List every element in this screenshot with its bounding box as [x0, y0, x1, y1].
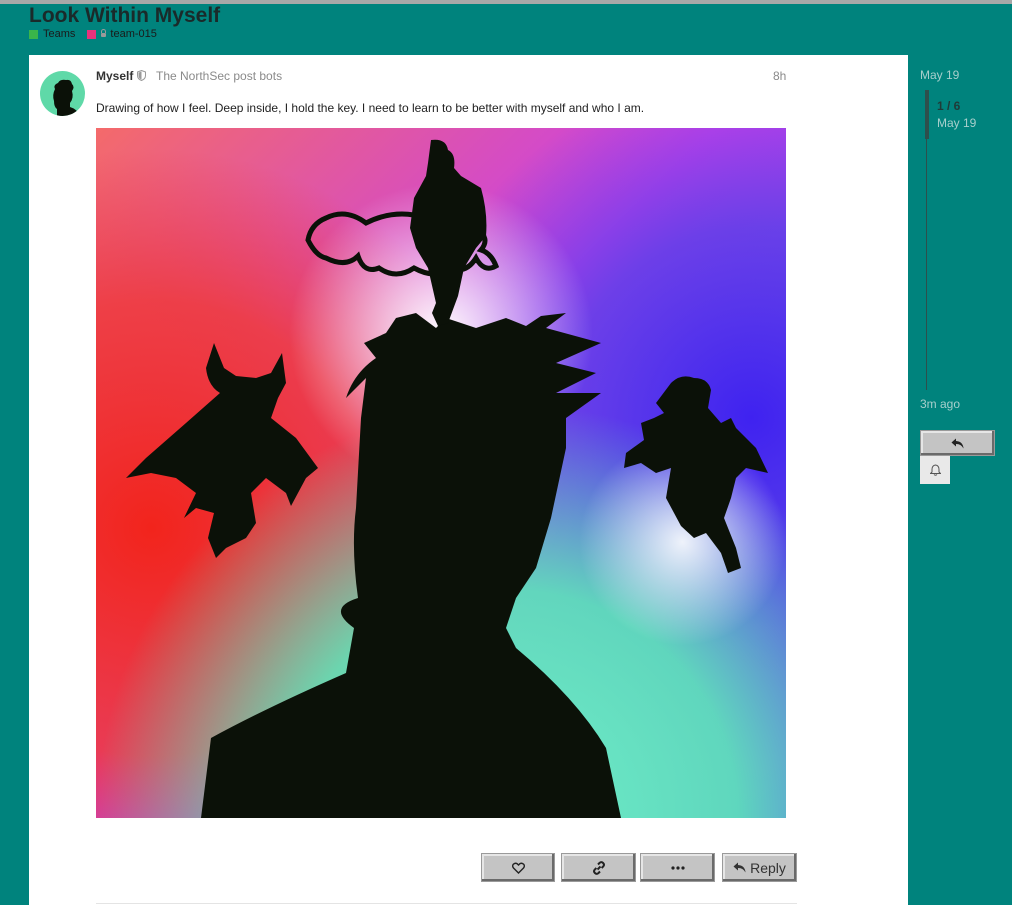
category-label: Teams [43, 28, 76, 40]
ellipsis-icon [670, 865, 685, 870]
timeline-position-date: May 19 [937, 116, 977, 130]
timeline-scroll-handle[interactable] [925, 90, 929, 139]
post-panel: Myself The NorthSec post bots 8h Drawing… [29, 55, 908, 905]
link-icon [592, 860, 605, 875]
post-username[interactable]: Myself [96, 69, 133, 83]
category-color-swatch [29, 29, 38, 39]
timeline-position: 1 / 6 [937, 99, 961, 113]
avatar[interactable] [40, 71, 85, 116]
reply-icon [733, 862, 746, 873]
like-button[interactable] [481, 853, 555, 882]
timeline-end-date[interactable]: 3m ago [920, 397, 960, 411]
reply-label: Reply [750, 859, 786, 876]
shield-icon [137, 69, 146, 84]
notification-button[interactable] [920, 456, 950, 484]
post-date[interactable]: 8h [773, 69, 786, 83]
share-link-button[interactable] [561, 853, 636, 882]
reply-icon [951, 438, 964, 448]
post-image[interactable] [96, 128, 786, 818]
timeline-reply-button[interactable] [920, 430, 995, 456]
reply-button[interactable]: Reply [722, 853, 797, 882]
category-teams[interactable]: Teams [29, 28, 75, 40]
category-team-015[interactable]: team-015 [87, 28, 157, 40]
topic-title[interactable]: Look Within Myself [29, 4, 220, 28]
bell-icon [929, 464, 941, 476]
post-user-group[interactable]: The NorthSec post bots [156, 69, 282, 83]
post-divider [96, 903, 797, 904]
lock-icon [101, 29, 107, 37]
category-breadcrumb: Teams team-015 [29, 28, 169, 40]
timeline-start-date[interactable]: May 19 [920, 68, 959, 82]
post-body-text: Drawing of how I feel. Deep inside, I ho… [96, 101, 645, 115]
more-actions-button[interactable] [640, 853, 715, 882]
avatar-silhouette-icon [53, 79, 80, 116]
heart-icon [511, 862, 525, 874]
category-color-swatch [87, 29, 97, 39]
category-label: team-015 [110, 28, 157, 40]
